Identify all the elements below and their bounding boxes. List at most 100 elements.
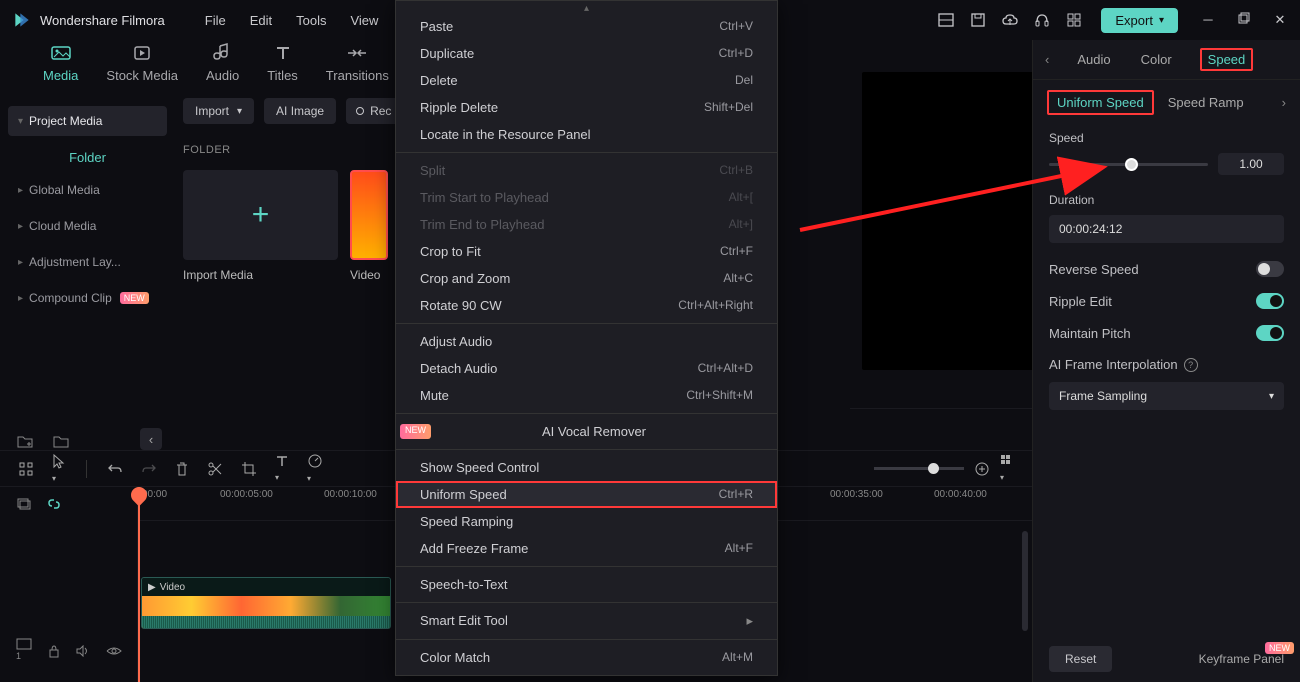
- folder-icon[interactable]: [52, 434, 70, 450]
- ctx-show-speed-control[interactable]: Show Speed Control: [396, 454, 777, 481]
- inspector-tab-audio[interactable]: Audio: [1075, 48, 1112, 71]
- speed-icon[interactable]: ▾: [307, 453, 323, 484]
- ai-image-button[interactable]: AI Image: [264, 98, 336, 124]
- ctx-crop-zoom[interactable]: Crop and ZoomAlt+C: [396, 265, 777, 292]
- ctx-delete[interactable]: DeleteDel: [396, 67, 777, 94]
- tab-titles[interactable]: Titles: [267, 42, 298, 83]
- transitions-icon: [346, 42, 368, 64]
- cloud-icon[interactable]: [1001, 11, 1019, 29]
- menu-handle[interactable]: ▴: [396, 5, 777, 13]
- ctx-speech-to-text[interactable]: Speech-to-Text: [396, 571, 777, 598]
- tab-transitions[interactable]: Transitions: [326, 42, 389, 83]
- speed-value[interactable]: 1.00: [1218, 153, 1284, 175]
- ctx-duplicate[interactable]: DuplicateCtrl+D: [396, 40, 777, 67]
- scissors-icon[interactable]: [207, 461, 223, 477]
- link-icon[interactable]: [46, 496, 62, 512]
- tab-stock-media[interactable]: Stock Media: [106, 42, 178, 83]
- inspector-back-button[interactable]: ‹: [1045, 52, 1049, 67]
- menu-view[interactable]: View: [350, 13, 378, 28]
- media-icon: [50, 42, 72, 64]
- ctx-rotate[interactable]: Rotate 90 CWCtrl+Alt+Right: [396, 292, 777, 319]
- ctx-crop-fit[interactable]: Crop to FitCtrl+F: [396, 238, 777, 265]
- close-button[interactable]: ✕: [1272, 12, 1288, 28]
- project-media-item[interactable]: ▾ Project Media: [8, 106, 167, 136]
- ctx-locate-resource[interactable]: Locate in the Resource Panel: [396, 121, 777, 148]
- record-button[interactable]: Rec: [346, 98, 401, 124]
- ctx-mute[interactable]: MuteCtrl+Shift+M: [396, 382, 777, 409]
- menu-tools[interactable]: Tools: [296, 13, 326, 28]
- ctx-adjust-audio[interactable]: Adjust Audio: [396, 328, 777, 355]
- redo-icon[interactable]: [141, 462, 157, 476]
- audio-icon: [212, 42, 234, 64]
- ctx-paste[interactable]: PasteCtrl+V: [396, 13, 777, 40]
- crop-icon[interactable]: [241, 461, 257, 477]
- video-clip-card[interactable]: [350, 170, 388, 260]
- maintain-pitch-toggle[interactable]: [1256, 325, 1284, 341]
- grid-view-icon[interactable]: ▾: [1000, 454, 1014, 483]
- import-button[interactable]: Import▾: [183, 98, 254, 124]
- inspector-tab-speed[interactable]: Speed: [1200, 48, 1254, 71]
- ripple-edit-toggle[interactable]: [1256, 293, 1284, 309]
- reverse-speed-toggle[interactable]: [1256, 261, 1284, 277]
- track-lock-icon[interactable]: [48, 644, 60, 658]
- sidebar-adjustment-layer[interactable]: ▸Adjustment Lay...: [8, 247, 167, 277]
- duration-value[interactable]: 00:00:24:12: [1049, 215, 1284, 243]
- speed-slider[interactable]: [1049, 163, 1208, 166]
- maximize-button[interactable]: [1236, 12, 1252, 28]
- timeline-scrollbar[interactable]: [1022, 531, 1028, 631]
- ctx-add-freeze-frame[interactable]: Add Freeze FrameAlt+F: [396, 535, 777, 562]
- layout-icon[interactable]: [937, 11, 955, 29]
- text-icon[interactable]: ▾: [275, 454, 289, 483]
- ctx-color-match[interactable]: Color MatchAlt+M: [396, 644, 777, 671]
- inspector-tab-color[interactable]: Color: [1139, 48, 1174, 71]
- headphones-icon[interactable]: [1033, 11, 1051, 29]
- menu-edit[interactable]: Edit: [250, 13, 272, 28]
- app-title: Wondershare Filmora: [40, 13, 165, 28]
- magnet-icon[interactable]: [18, 461, 34, 477]
- track-visible-icon[interactable]: [106, 646, 122, 656]
- new-badge: NEW: [120, 292, 149, 304]
- ctx-ripple-delete[interactable]: Ripple DeleteShift+Del: [396, 94, 777, 121]
- sidebar-cloud-media[interactable]: ▸Cloud Media: [8, 211, 167, 241]
- grid-icon[interactable]: [1065, 11, 1083, 29]
- playhead[interactable]: [138, 487, 140, 682]
- zoom-in-icon[interactable]: [974, 461, 990, 477]
- ctx-uniform-speed[interactable]: Uniform SpeedCtrl+R: [396, 481, 777, 508]
- reset-button[interactable]: Reset: [1049, 646, 1112, 672]
- track-mute-icon[interactable]: [76, 645, 90, 657]
- import-media-card[interactable]: +: [183, 170, 338, 260]
- play-icon: ▶: [148, 582, 156, 593]
- folder-add-icon[interactable]: [16, 434, 34, 450]
- sidebar-compound-clip[interactable]: ▸Compound ClipNEW: [8, 283, 167, 313]
- speed-label: Speed: [1049, 131, 1284, 145]
- keyframe-panel-button[interactable]: Keyframe PanelNEW: [1199, 652, 1284, 666]
- ctx-detach-audio[interactable]: Detach AudioCtrl+Alt+D: [396, 355, 777, 382]
- cursor-icon[interactable]: ▾: [52, 453, 66, 484]
- subtab-speed-ramp[interactable]: Speed Ramp: [1168, 95, 1244, 110]
- undo-icon[interactable]: [107, 462, 123, 476]
- subtab-uniform-speed[interactable]: Uniform Speed: [1047, 90, 1154, 115]
- collapse-sidebar-button[interactable]: ‹: [140, 428, 162, 450]
- tab-media[interactable]: Media: [43, 42, 78, 83]
- subtab-more[interactable]: ›: [1282, 95, 1286, 110]
- tab-audio[interactable]: Audio: [206, 42, 239, 83]
- new-badge: NEW: [400, 424, 431, 439]
- layers-icon[interactable]: [16, 497, 32, 511]
- zoom-slider[interactable]: [874, 467, 964, 470]
- export-button[interactable]: Export ▾: [1101, 8, 1178, 33]
- ctx-speed-ramping[interactable]: Speed Ramping: [396, 508, 777, 535]
- sidebar-global-media[interactable]: ▸Global Media: [8, 175, 167, 205]
- minimize-button[interactable]: ─: [1200, 12, 1216, 28]
- save-icon[interactable]: [969, 11, 987, 29]
- context-menu: ▴ PasteCtrl+V DuplicateCtrl+D DeleteDel …: [395, 0, 778, 676]
- trash-icon[interactable]: [175, 461, 189, 477]
- timeline-clip[interactable]: ▶Video: [141, 577, 391, 629]
- ctx-ai-vocal-remover[interactable]: NEWAI Vocal Remover: [396, 418, 777, 445]
- titles-icon: [272, 42, 294, 64]
- track-video-icon[interactable]: 1: [16, 638, 32, 665]
- ctx-smart-edit-tool[interactable]: Smart Edit Tool▸: [396, 607, 777, 635]
- menu-file[interactable]: File: [205, 13, 226, 28]
- info-icon[interactable]: ?: [1184, 358, 1198, 372]
- folder-label[interactable]: Folder: [8, 142, 167, 175]
- interpolation-select[interactable]: Frame Sampling▾: [1049, 382, 1284, 410]
